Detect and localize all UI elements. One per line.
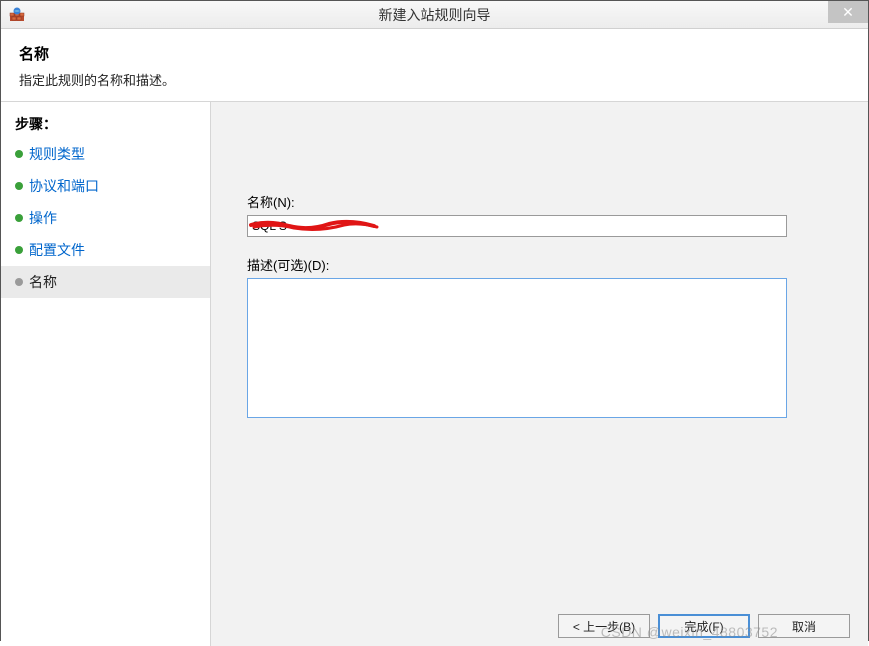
steps-heading: 步骤： xyxy=(1,108,210,138)
firewall-icon xyxy=(9,7,25,23)
steps-sidebar: 步骤： 规则类型 协议和端口 操作 配置文件 名称 xyxy=(1,102,211,646)
bullet-icon xyxy=(15,246,23,254)
finish-button[interactable]: 完成(F) xyxy=(658,614,750,638)
description-textarea[interactable] xyxy=(247,278,787,418)
bullet-icon xyxy=(15,278,23,286)
close-icon: ✕ xyxy=(842,4,854,21)
page-subtitle: 指定此规则的名称和描述。 xyxy=(19,70,850,89)
cancel-button[interactable]: 取消 xyxy=(758,614,850,638)
wizard-header: 名称 指定此规则的名称和描述。 xyxy=(1,29,868,101)
step-action[interactable]: 操作 xyxy=(1,202,210,234)
back-button[interactable]: < 上一步(B) xyxy=(558,614,650,638)
step-label: 配置文件 xyxy=(29,240,85,260)
step-label: 名称 xyxy=(29,272,57,292)
name-input[interactable] xyxy=(247,215,787,237)
name-label: 名称(N): xyxy=(247,192,832,211)
close-button[interactable]: ✕ xyxy=(828,1,868,23)
step-name[interactable]: 名称 xyxy=(1,266,210,298)
main-area: 步骤： 规则类型 协议和端口 操作 配置文件 名称 名称(N): xyxy=(1,101,868,646)
bullet-icon xyxy=(15,150,23,158)
page-title: 名称 xyxy=(19,43,850,64)
step-label: 操作 xyxy=(29,208,57,228)
step-protocol-port[interactable]: 协议和端口 xyxy=(1,170,210,202)
titlebar: 新建入站规则向导 ✕ xyxy=(1,1,868,29)
description-label: 描述(可选)(D): xyxy=(247,255,832,274)
wizard-content: 名称(N): 描述(可选)(D): < 上一步(B) 完成(F) 取消 CSDN… xyxy=(211,102,868,646)
window-title: 新建入站规则向导 xyxy=(379,5,491,25)
step-rule-type[interactable]: 规则类型 xyxy=(1,138,210,170)
bullet-icon xyxy=(15,214,23,222)
step-label: 规则类型 xyxy=(29,144,85,164)
wizard-button-bar: < 上一步(B) 完成(F) 取消 xyxy=(558,614,850,638)
bullet-icon xyxy=(15,182,23,190)
step-profile[interactable]: 配置文件 xyxy=(1,234,210,266)
step-label: 协议和端口 xyxy=(29,176,99,196)
